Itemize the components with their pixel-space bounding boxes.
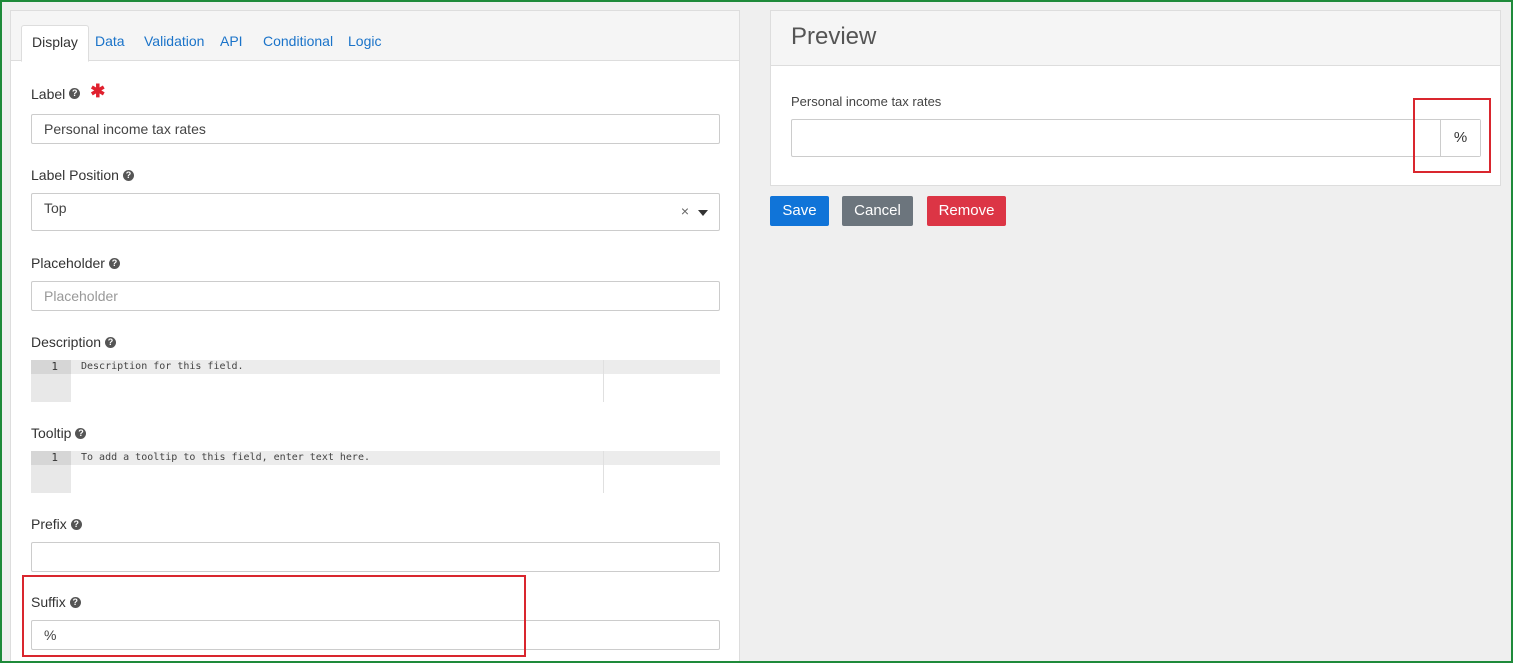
print-margin [603, 360, 604, 402]
label-field-text: Label [31, 85, 66, 102]
component-edit-panel: Display Data Validation API Conditional … [10, 10, 740, 663]
question-circle-icon[interactable]: ? [105, 336, 117, 348]
question-circle-icon[interactable]: ? [75, 427, 87, 439]
preview-input[interactable]: % [791, 119, 1481, 157]
line-number: 1 [31, 451, 71, 465]
question-circle-icon[interactable]: ? [122, 169, 134, 181]
settings-tabs: Display Data Validation API Conditional … [11, 11, 739, 62]
tab-validation[interactable]: Validation [134, 25, 214, 61]
remove-button[interactable]: Remove [927, 196, 1006, 226]
cancel-button[interactable]: Cancel [842, 196, 913, 226]
tooltip-field-label: Tooltip ? [31, 425, 87, 441]
tooltip-label-text: Tooltip [31, 425, 72, 441]
placeholder-field-label: Placeholder ? [31, 255, 120, 271]
save-button[interactable]: Save [770, 196, 829, 226]
print-margin [603, 451, 604, 493]
tab-conditional[interactable]: Conditional [253, 25, 343, 61]
question-circle-icon[interactable]: ? [69, 596, 81, 608]
preview-suffix-addon: % [1440, 120, 1480, 156]
tab-display[interactable]: Display [21, 25, 89, 62]
question-circle-icon[interactable]: ? [108, 257, 120, 269]
label-position-value: Top [44, 200, 67, 216]
description-field-label: Description ? [31, 334, 117, 350]
preview-field-label: Personal income tax rates [791, 94, 942, 109]
placeholder-input[interactable]: Placeholder [31, 281, 720, 311]
line-number: 1 [31, 360, 71, 374]
question-circle-icon[interactable]: ? [69, 88, 81, 99]
tab-api[interactable]: API [210, 25, 253, 61]
tab-data[interactable]: Data [85, 25, 135, 61]
tab-logic[interactable]: Logic [338, 25, 391, 61]
description-editor[interactable]: 1 Description for this field. [31, 360, 720, 402]
prefix-label-text: Prefix [31, 516, 67, 532]
label-position-text: Label Position [31, 167, 119, 183]
label-position-field-label: Label Position ? [31, 167, 134, 183]
question-circle-icon[interactable]: ? [70, 518, 82, 530]
required-asterisk-icon: ✱ [90, 81, 106, 101]
label-input[interactable]: Personal income tax rates [31, 114, 720, 144]
editor-line[interactable]: To add a tooltip to this field, enter te… [71, 451, 720, 465]
suffix-field-label: Suffix ? [31, 594, 81, 610]
prefix-input[interactable] [31, 542, 720, 572]
description-label-text: Description [31, 334, 102, 350]
label-position-select[interactable]: Top × [31, 193, 720, 231]
prefix-field-label: Prefix ? [31, 516, 82, 532]
editor-line[interactable]: Description for this field. [71, 360, 720, 374]
clear-icon[interactable]: × [681, 203, 689, 219]
suffix-label-text: Suffix [31, 594, 66, 610]
preview-panel: Preview Personal income tax rates % [770, 10, 1501, 186]
chevron-down-icon[interactable] [698, 210, 708, 216]
preview-title: Preview [771, 11, 1500, 66]
placeholder-label-text: Placeholder [31, 255, 105, 271]
label-field-label: Label ? ✱ [31, 81, 105, 102]
suffix-input[interactable]: % [31, 620, 720, 650]
tooltip-editor[interactable]: 1 To add a tooltip to this field, enter … [31, 451, 720, 493]
